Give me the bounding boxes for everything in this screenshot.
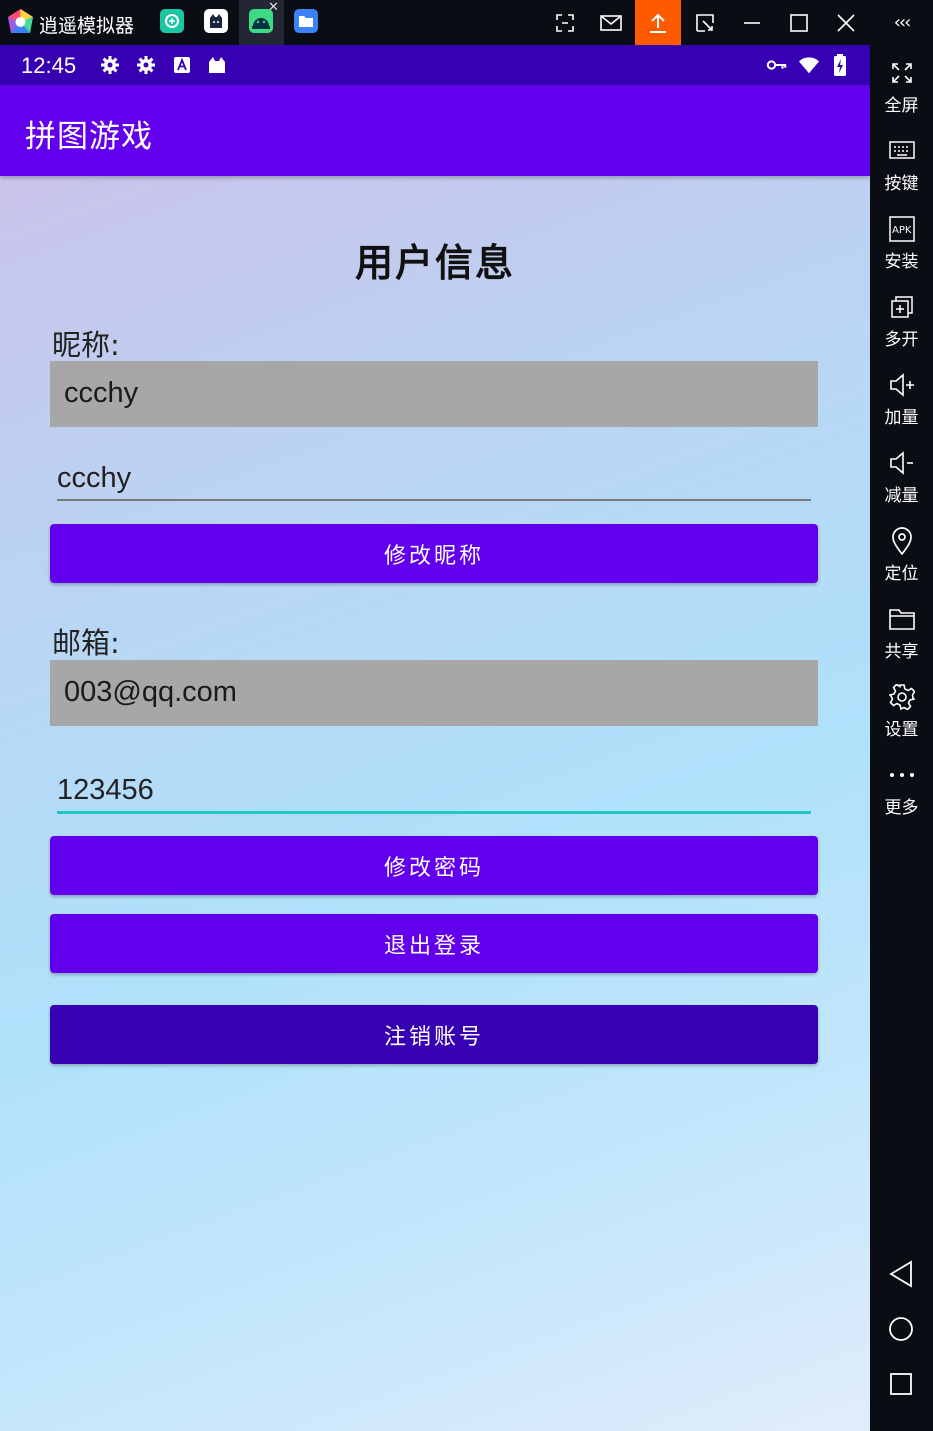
sidebar-label: 设置 — [884, 720, 919, 740]
logout-button[interactable]: 退出登录 — [50, 914, 818, 973]
sidebar-label: 全屏 — [884, 96, 919, 116]
settings-icon — [887, 682, 917, 712]
status-clock: 12:45 — [21, 53, 77, 78]
sidebar-label: 安装 — [884, 252, 919, 272]
sidebar-label: 减量 — [884, 486, 919, 506]
location-icon — [887, 526, 917, 556]
page-title: 用户信息 — [354, 241, 515, 285]
android-status-bar: 12:45 — [0, 45, 870, 85]
email-label: 邮箱: — [52, 626, 120, 660]
maximize-icon[interactable] — [776, 0, 822, 45]
a-notification-icon — [171, 54, 193, 76]
email-display-value: 003@qq.com — [64, 676, 237, 708]
cat-notification-icon — [206, 54, 228, 76]
memu-logo-icon — [8, 9, 33, 33]
sidebar-item-more[interactable]: 更多 — [870, 754, 933, 830]
user-info-screen: 用户信息 昵称: ccchy 修改昵称 邮箱: 003@qq.com 修改密码 … — [0, 176, 870, 1431]
gear-notification-icon-2 — [135, 54, 157, 76]
collapse-sidebar-icon[interactable]: ‹‹‹ — [870, 0, 933, 45]
sidebar-item-volume-up[interactable]: 加量 — [870, 364, 933, 440]
nickname-input[interactable] — [57, 453, 811, 503]
nickname-display-value: ccchy — [64, 377, 139, 409]
sidebar-label: 共享 — [884, 642, 919, 662]
upload-icon[interactable] — [635, 0, 681, 45]
battery-charging-icon — [829, 54, 851, 76]
delete-account-button[interactable]: 注销账号 — [50, 1005, 818, 1064]
email-display: 003@qq.com — [50, 660, 818, 726]
more-icon — [887, 760, 917, 790]
sidebar-item-settings[interactable]: 设置 — [870, 676, 933, 752]
svg-text:APK: APK — [892, 225, 912, 236]
sidebar-item-volume-down[interactable]: 减量 — [870, 442, 933, 518]
volume-up-icon — [887, 370, 917, 400]
app-bar-title: 拼图游戏 — [25, 119, 153, 155]
vpn-key-icon — [766, 54, 788, 76]
fullscreen-icon — [887, 58, 917, 88]
sidebar-label: 定位 — [884, 564, 919, 584]
sidebar-label: 按键 — [884, 174, 919, 194]
sidebar-item-keyboard[interactable]: 按键 — [870, 130, 933, 206]
change-nickname-button[interactable]: 修改昵称 — [50, 524, 818, 583]
close-tab-icon[interactable]: ✕ — [268, 0, 279, 15]
emulator-title-bar: 逍遥模拟器 ✕ — [0, 0, 933, 45]
back-nav-icon[interactable] — [886, 1259, 916, 1289]
keyboard-icon — [887, 136, 917, 166]
sidebar-label: 多开 — [884, 330, 919, 350]
volume-down-icon — [887, 448, 917, 478]
password-input-underline — [57, 811, 811, 814]
change-password-button[interactable]: 修改密码 — [50, 836, 818, 895]
home-nav-icon[interactable] — [886, 1314, 916, 1344]
nickname-display: ccchy — [50, 361, 818, 427]
app-store-tab-icon[interactable] — [160, 9, 184, 33]
sidebar-item-fullscreen[interactable]: 全屏 — [870, 52, 933, 128]
nickname-label: 昵称: — [52, 328, 120, 362]
sidebar-item-share[interactable]: 共享 — [870, 598, 933, 674]
apk-icon: APK — [887, 214, 917, 244]
wifi-icon — [798, 54, 820, 76]
gear-notification-icon — [99, 54, 121, 76]
sidebar-label: 更多 — [884, 798, 919, 818]
sidebar-item-multi-instance[interactable]: 多开 — [870, 286, 933, 362]
screen-resize-icon[interactable] — [682, 0, 728, 45]
multi-instance-icon — [887, 292, 917, 322]
folder-icon — [887, 604, 917, 634]
sidebar-item-location[interactable]: 定位 — [870, 520, 933, 596]
close-window-icon[interactable] — [823, 0, 869, 45]
nickname-input-underline — [57, 499, 811, 501]
mail-icon[interactable] — [588, 0, 634, 45]
screenshot-region-icon[interactable] — [542, 0, 588, 45]
sidebar-item-install-apk[interactable]: APK 安装 — [870, 208, 933, 284]
password-input[interactable] — [57, 765, 811, 815]
minimize-icon[interactable] — [729, 0, 775, 45]
recents-nav-icon[interactable] — [886, 1369, 916, 1399]
files-tab-icon[interactable] — [294, 9, 318, 33]
sidebar-label: 加量 — [884, 408, 919, 428]
cat-app-tab-icon[interactable] — [204, 9, 228, 33]
app-bar: 拼图游戏 — [0, 85, 870, 176]
emulator-sidebar: ‹‹‹ 全屏 按键 APK 安装 多开 加量 减量 定位 共享 设置 更多 — [870, 0, 933, 1431]
emulator-app-name: 逍遥模拟器 — [39, 15, 135, 37]
